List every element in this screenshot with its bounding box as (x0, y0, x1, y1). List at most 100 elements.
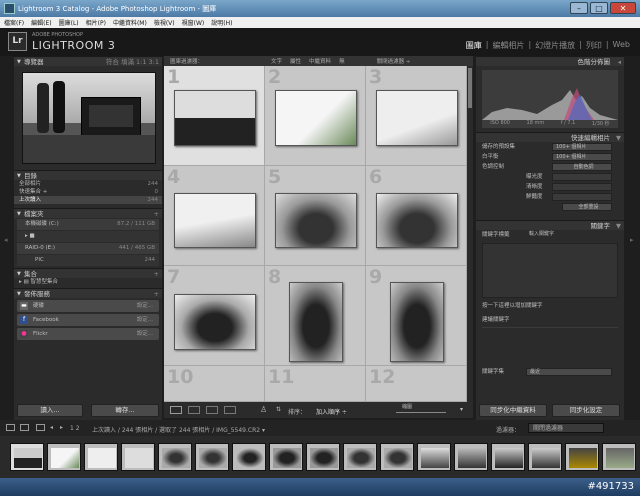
menu-edit[interactable]: 編輯(E) (31, 18, 51, 27)
module-library[interactable]: 圖庫 (466, 40, 482, 51)
qd-clarity-steppers[interactable] (552, 183, 612, 191)
suggested-keywords-grid[interactable] (482, 327, 618, 365)
menu-library[interactable]: 圖庫(L) (59, 18, 79, 27)
collection-smart[interactable]: ▸ ▤ 智慧型集合 (14, 278, 162, 286)
grid-view-icon[interactable] (170, 406, 182, 414)
folder-row[interactable]: ▸ ■ (17, 231, 159, 242)
thumbnail-size-slider[interactable] (396, 412, 446, 413)
add-publish-service-button[interactable]: + (154, 289, 159, 299)
module-print[interactable]: 列印 (586, 40, 602, 51)
filmstrip-filter-select[interactable]: 關閉過濾器 (528, 423, 604, 433)
photo-thumbnail[interactable] (289, 282, 343, 362)
folders-header[interactable]: ▼ 檔案夾 + (14, 208, 162, 218)
qd-white-balance-select[interactable]: 100+ 個相片 (552, 153, 612, 161)
catalog-header[interactable]: ▼ 目錄 (14, 170, 162, 180)
module-slideshow[interactable]: 幻燈片播放 (535, 40, 575, 51)
compare-view-icon[interactable] (206, 406, 218, 414)
filmstrip-pages[interactable]: 1 2 (70, 425, 80, 432)
grid-cell[interactable]: 10 (164, 366, 265, 402)
filmstrip-thumbnail[interactable] (121, 443, 155, 471)
filmstrip-grid-icon[interactable] (36, 424, 45, 431)
photo-thumbnail[interactable] (174, 90, 256, 146)
filmstrip-thumbnail[interactable] (454, 443, 488, 471)
survey-view-icon[interactable] (224, 406, 236, 414)
filmstrip-thumbnail[interactable] (565, 443, 599, 471)
filmstrip-thumbnail[interactable] (10, 443, 44, 471)
grid-cell[interactable]: 9 (366, 266, 467, 366)
menu-view[interactable]: 檢視(V) (154, 18, 175, 27)
photo-thumbnail[interactable] (390, 282, 444, 362)
sync-metadata-button[interactable]: 同步化中繼資料 (479, 404, 547, 417)
filmstrip-thumbnail[interactable] (306, 443, 340, 471)
module-web[interactable]: Web (613, 40, 630, 51)
sort-select[interactable]: 加入順序 ÷ (316, 407, 347, 416)
menu-window[interactable]: 視窗(W) (182, 18, 205, 27)
minimize-button[interactable]: – (570, 2, 588, 14)
grid-cell[interactable]: 3 (366, 66, 467, 166)
right-panel-toggle[interactable]: ▸ (626, 56, 640, 420)
filmstrip-thumbnail[interactable] (417, 443, 451, 471)
grid-scrollbar[interactable] (467, 66, 473, 402)
keywording-header[interactable]: 關鍵字 ▼ (476, 220, 624, 230)
quick-develop-header[interactable]: 快速編輯相片 ▼ (476, 132, 624, 142)
grid-cell[interactable]: 4 (164, 166, 265, 266)
module-develop[interactable]: 編輯相片 (492, 40, 524, 51)
navigator-preview[interactable] (22, 72, 156, 164)
keywords-textarea[interactable] (482, 243, 618, 298)
grid-cell[interactable]: 2 (265, 66, 366, 166)
filter-tab-none[interactable]: 無 (339, 57, 345, 65)
filmstrip-thumbnail[interactable] (232, 443, 266, 471)
volume-row-c[interactable]: 本機磁碟 (C:) 87.2 / 111 GB (17, 219, 159, 230)
maximize-button[interactable]: □ (590, 2, 608, 14)
grid-cell[interactable]: 1 (164, 66, 265, 166)
volume-row-e[interactable]: RAID-0 (E:) 441 / 465 GB (17, 243, 159, 254)
filmstrip-primary-window-icon[interactable] (6, 424, 15, 431)
catalog-item-all-photos[interactable]: 全部相片 244 (14, 180, 162, 188)
filmstrip-back-icon[interactable]: ◂ (50, 424, 53, 431)
filmstrip-thumbnail[interactable] (84, 443, 118, 471)
keyword-tags-select[interactable]: 輸入關鍵字 (526, 231, 576, 239)
scroll-thumb[interactable] (468, 68, 472, 108)
photo-thumbnail[interactable] (174, 294, 256, 350)
photo-thumbnail[interactable] (376, 90, 458, 146)
qd-saved-preset-select[interactable]: 100+ 個相片 (552, 143, 612, 151)
left-panel-toggle[interactable]: ◂ (0, 56, 14, 420)
reset-all-button[interactable]: 全部重設 (562, 203, 612, 211)
filmstrip-thumbnail[interactable] (269, 443, 303, 471)
menu-file[interactable]: 檔案(F) (4, 18, 24, 27)
keyword-set-select[interactable]: 最近 (526, 368, 612, 376)
grid-cell[interactable]: 7 (164, 266, 265, 366)
filmstrip-thumbnail[interactable] (158, 443, 192, 471)
filter-tab-metadata[interactable]: 中繼資料 (309, 57, 331, 65)
qd-vibrance-steppers[interactable] (552, 193, 612, 201)
filmstrip-thumbnail[interactable] (195, 443, 229, 471)
sort-direction-icon[interactable]: ⇅ (276, 406, 281, 413)
photo-thumbnail[interactable] (275, 193, 357, 248)
close-button[interactable]: ✕ (610, 2, 636, 14)
filmstrip-thumbnail[interactable] (47, 443, 81, 471)
filmstrip-thumbnail[interactable] (602, 443, 636, 471)
filmstrip-thumbnail[interactable] (380, 443, 414, 471)
auto-tone-button[interactable]: 自動色調 (552, 163, 612, 171)
folder-row-pic[interactable]: PIC 244 (17, 255, 159, 266)
grid-cell[interactable]: 6 (366, 166, 467, 266)
filmstrip-forward-icon[interactable]: ▸ (60, 424, 63, 431)
painter-icon[interactable]: ♙ (260, 405, 267, 414)
import-button[interactable]: 讀入... (17, 404, 83, 417)
filmstrip-thumbnail[interactable] (491, 443, 525, 471)
grid-cell[interactable]: 12 (366, 366, 467, 402)
collections-header[interactable]: ▼ 集合 + (14, 268, 162, 278)
menu-photo[interactable]: 相片(P) (86, 18, 106, 27)
publish-service-hard-drive[interactable]: ▬ 硬碟 設定... (17, 300, 159, 312)
add-folder-button[interactable]: + (154, 209, 159, 219)
catalog-item-previous-import[interactable]: 上次讀入 244 (14, 196, 162, 204)
catalog-item-quick-collection[interactable]: 快速集合 +0 (14, 188, 162, 196)
filmstrip-source[interactable]: 上次讀入 / 244 張相片 / 選取了 244 張相片 / IMG_5549.… (92, 425, 265, 434)
filmstrip-thumbnail[interactable] (528, 443, 562, 471)
filmstrip-thumbnail[interactable] (343, 443, 377, 471)
photo-thumbnail[interactable] (174, 193, 256, 248)
publish-services-header[interactable]: ▼ 發佈服務 + (14, 288, 162, 298)
grid-cell[interactable]: 8 (265, 266, 366, 366)
grid-cell[interactable]: 5 (265, 166, 366, 266)
navigator-zoom-options[interactable]: 符合 填滿 1:1 3:1 (106, 57, 159, 67)
